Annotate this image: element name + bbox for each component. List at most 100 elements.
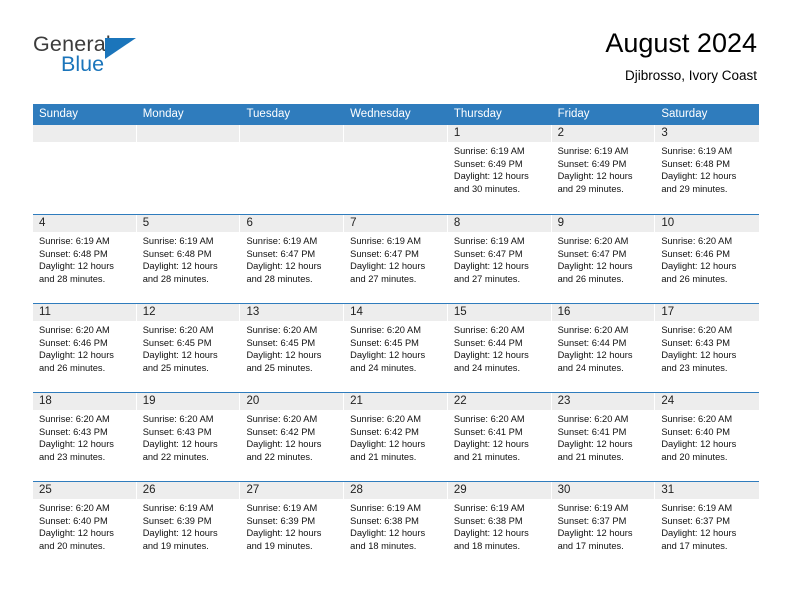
day-cell[interactable]: 28 Sunrise: 6:19 AM Sunset: 6:38 PM Dayl… [344,482,448,570]
day-cell[interactable]: 11 Sunrise: 6:20 AM Sunset: 6:46 PM Dayl… [33,304,137,392]
sunset-text: Sunset: 6:41 PM [557,426,627,437]
day-number: 6 [240,215,345,232]
daylight-text-line2: and 28 minutes. [39,273,106,284]
sunrise-text: Sunrise: 6:19 AM [453,146,525,156]
day-cell[interactable]: 20 Sunrise: 6:20 AM Sunset: 6:42 PM Dayl… [240,393,345,481]
day-details: Sunrise: 6:19 AM Sunset: 6:37 PM Dayligh… [552,499,656,552]
day-cell[interactable]: 13 Sunrise: 6:20 AM Sunset: 6:45 PM Dayl… [240,304,345,392]
day-cell[interactable]: 16 Sunrise: 6:20 AM Sunset: 6:44 PM Dayl… [551,304,656,392]
daylight-text-line1: Daylight: 12 hours [246,261,322,272]
logo-text-blue: Blue [61,52,105,76]
day-number: 8 [447,215,552,232]
day-cell[interactable]: 23 Sunrise: 6:20 AM Sunset: 6:41 PM Dayl… [551,393,656,481]
daylight-text-line1: Daylight: 12 hours [661,171,737,182]
daylight-text-line1: Daylight: 12 hours [661,261,737,272]
day-number [33,125,137,142]
day-number: 23 [551,393,656,410]
day-number: 10 [655,215,760,232]
day-cell[interactable]: 8 Sunrise: 6:19 AM Sunset: 6:47 PM Dayli… [447,215,552,303]
day-cell[interactable]: 26 Sunrise: 6:19 AM Sunset: 6:39 PM Dayl… [136,482,241,570]
day-number: 3 [655,125,760,142]
day-cell[interactable]: 5 Sunrise: 6:19 AM Sunset: 6:48 PM Dayli… [136,215,241,303]
sunrise-text: Sunrise: 6:20 AM [246,414,318,424]
day-cell[interactable]: 21 Sunrise: 6:20 AM Sunset: 6:42 PM Dayl… [344,393,448,481]
day-number: 11 [33,304,137,321]
daylight-text-line2: and 27 minutes. [453,273,521,284]
day-number: 26 [136,482,241,499]
sunrise-text: Sunrise: 6:20 AM [661,325,733,335]
day-details: Sunrise: 6:20 AM Sunset: 6:42 PM Dayligh… [240,410,344,463]
day-cell[interactable]: 24 Sunrise: 6:20 AM Sunset: 6:40 PM Dayl… [655,393,760,481]
day-cell[interactable]: 25 Sunrise: 6:20 AM Sunset: 6:40 PM Dayl… [33,482,137,570]
sunrise-text: Sunrise: 6:19 AM [350,503,421,513]
sunrise-text: Sunrise: 6:19 AM [661,146,733,156]
day-cell[interactable] [240,125,345,214]
sunset-text: Sunset: 6:40 PM [39,515,108,526]
week-row: 1 Sunrise: 6:19 AM Sunset: 6:49 PM Dayli… [33,125,760,214]
sunset-text: Sunset: 6:37 PM [661,515,731,526]
day-number: 21 [344,393,448,410]
sunset-text: Sunset: 6:48 PM [39,248,108,259]
day-number: 4 [33,215,137,232]
sunset-text: Sunset: 6:49 PM [557,158,627,169]
day-cell[interactable] [136,125,241,214]
day-cell[interactable]: 17 Sunrise: 6:20 AM Sunset: 6:43 PM Dayl… [655,304,760,392]
day-details: Sunrise: 6:20 AM Sunset: 6:47 PM Dayligh… [552,232,656,285]
sunrise-text: Sunrise: 6:19 AM [246,503,318,513]
day-cell[interactable]: 10 Sunrise: 6:20 AM Sunset: 6:46 PM Dayl… [655,215,760,303]
daylight-text-line1: Daylight: 12 hours [142,528,218,539]
daylight-text-line2: and 20 minutes. [661,451,728,462]
sunset-text: Sunset: 6:40 PM [661,426,731,437]
day-cell[interactable]: 12 Sunrise: 6:20 AM Sunset: 6:45 PM Dayl… [136,304,241,392]
day-cell[interactable]: 30 Sunrise: 6:19 AM Sunset: 6:37 PM Dayl… [551,482,656,570]
day-cell[interactable]: 9 Sunrise: 6:20 AM Sunset: 6:47 PM Dayli… [551,215,656,303]
daylight-text-line2: and 19 minutes. [246,540,313,551]
day-cell[interactable]: 2 Sunrise: 6:19 AM Sunset: 6:49 PM Dayli… [551,125,656,214]
weekday-header-tuesday: Tuesday [246,108,291,120]
day-cell[interactable]: 27 Sunrise: 6:19 AM Sunset: 6:39 PM Dayl… [240,482,345,570]
sunset-text: Sunset: 6:39 PM [246,515,316,526]
sunset-text: Sunset: 6:47 PM [557,248,627,259]
day-details: Sunrise: 6:20 AM Sunset: 6:40 PM Dayligh… [655,410,759,463]
calendar-page: General Blue August 2024 Djibrosso, Ivor… [0,0,792,612]
sunrise-text: Sunrise: 6:20 AM [39,325,110,335]
day-cell[interactable]: 14 Sunrise: 6:20 AM Sunset: 6:45 PM Dayl… [344,304,448,392]
day-cell[interactable]: 18 Sunrise: 6:20 AM Sunset: 6:43 PM Dayl… [33,393,137,481]
page-header: General Blue August 2024 Djibrosso, Ivor… [0,0,792,100]
daylight-text-line1: Daylight: 12 hours [557,528,633,539]
day-cell[interactable]: 19 Sunrise: 6:20 AM Sunset: 6:43 PM Dayl… [136,393,241,481]
day-cell[interactable]: 29 Sunrise: 6:19 AM Sunset: 6:38 PM Dayl… [447,482,552,570]
day-details: Sunrise: 6:19 AM Sunset: 6:39 PM Dayligh… [240,499,344,552]
sunset-text: Sunset: 6:47 PM [453,248,523,259]
day-number: 19 [136,393,241,410]
day-cell[interactable] [344,125,448,214]
day-cell[interactable]: 31 Sunrise: 6:19 AM Sunset: 6:37 PM Dayl… [655,482,760,570]
day-cell[interactable]: 15 Sunrise: 6:20 AM Sunset: 6:44 PM Dayl… [447,304,552,392]
weekday-header-monday: Monday [142,108,184,120]
daylight-text-line1: Daylight: 12 hours [661,350,737,361]
day-cell[interactable]: 1 Sunrise: 6:19 AM Sunset: 6:49 PM Dayli… [447,125,552,214]
day-cell[interactable] [33,125,137,214]
sunrise-text: Sunrise: 6:20 AM [557,325,629,335]
daylight-text-line1: Daylight: 12 hours [246,350,322,361]
day-cell[interactable]: 6 Sunrise: 6:19 AM Sunset: 6:47 PM Dayli… [240,215,345,303]
day-cell[interactable]: 3 Sunrise: 6:19 AM Sunset: 6:48 PM Dayli… [655,125,760,214]
day-cell[interactable]: 7 Sunrise: 6:19 AM Sunset: 6:47 PM Dayli… [344,215,448,303]
brand-logo[interactable]: General Blue [33,33,163,85]
daylight-text-line1: Daylight: 12 hours [557,261,633,272]
daylight-text-line1: Daylight: 12 hours [350,439,426,450]
day-number: 17 [655,304,760,321]
sunset-text: Sunset: 6:48 PM [661,158,731,169]
day-cell[interactable]: 22 Sunrise: 6:20 AM Sunset: 6:41 PM Dayl… [447,393,552,481]
day-number: 24 [655,393,760,410]
day-number: 28 [344,482,448,499]
day-details: Sunrise: 6:20 AM Sunset: 6:41 PM Dayligh… [448,410,552,463]
daylight-text-line1: Daylight: 12 hours [246,528,322,539]
sunset-text: Sunset: 6:39 PM [142,515,212,526]
day-cell[interactable]: 4 Sunrise: 6:19 AM Sunset: 6:48 PM Dayli… [33,215,137,303]
day-number: 14 [344,304,448,321]
triangle-icon [105,38,136,59]
sunset-text: Sunset: 6:43 PM [39,426,108,437]
day-details: Sunrise: 6:20 AM Sunset: 6:44 PM Dayligh… [448,321,552,374]
daylight-text-line2: and 25 minutes. [246,362,313,373]
